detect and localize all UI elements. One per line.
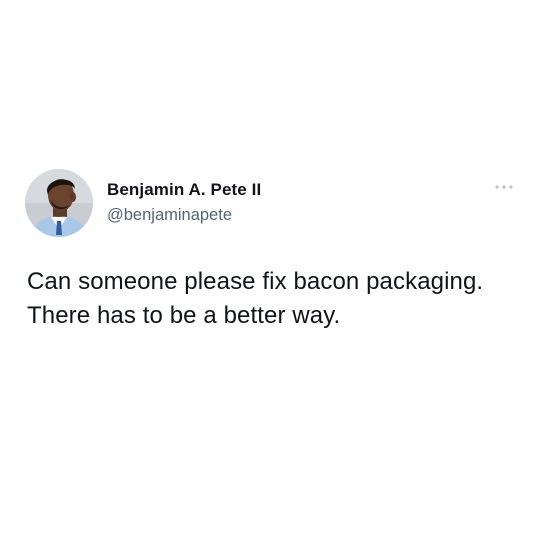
tweet-text: Can someone please fix bacon packaging. … [27,268,484,329]
author-display-name[interactable]: Benjamin A. Pete II [107,180,261,200]
profile-photo-icon [25,169,93,237]
more-dots-icon [495,185,513,189]
avatar[interactable] [25,169,93,237]
author-handle[interactable]: @benjaminapete [107,206,232,225]
more-options-button[interactable] [492,180,516,194]
tweet-card: Benjamin A. Pete II @benjaminapete Can s… [0,0,540,540]
